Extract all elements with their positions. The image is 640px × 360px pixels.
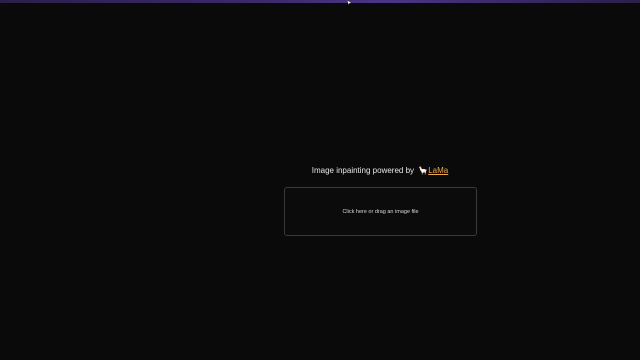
page-title: Image inpainting powered by 🦙LaMa xyxy=(284,166,476,175)
top-accent-bar xyxy=(0,0,640,3)
image-upload-dropzone[interactable]: Click here or drag an image file xyxy=(284,187,477,236)
mouse-cursor-icon xyxy=(347,0,353,5)
lama-link[interactable]: LaMa xyxy=(428,166,448,175)
title-text: Image inpainting powered by xyxy=(311,166,415,175)
dropzone-label: Click here or drag an image file xyxy=(342,208,419,215)
llama-icon: 🦙 xyxy=(418,166,429,175)
